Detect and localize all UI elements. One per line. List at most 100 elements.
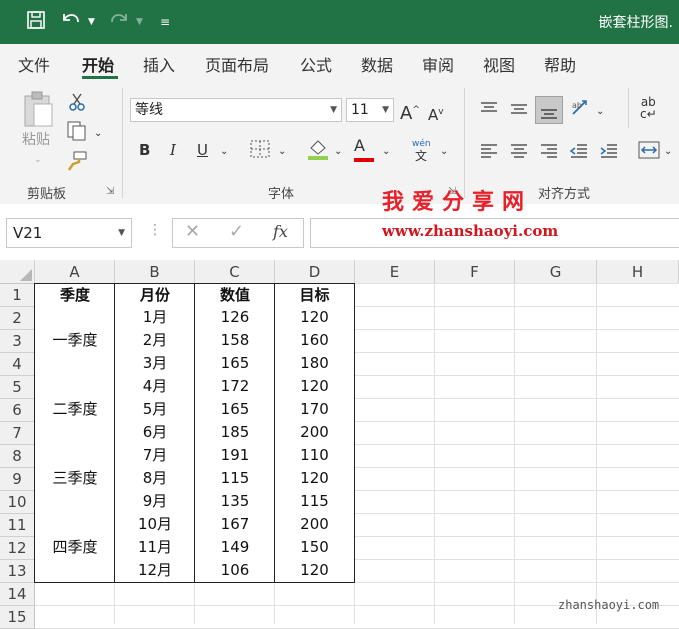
row-header[interactable]: 6 — [0, 399, 35, 422]
table-cell[interactable]: 8月 — [114, 467, 195, 491]
paste-icon[interactable] — [22, 90, 54, 135]
undo-dropdown-icon[interactable]: ▼ — [88, 10, 95, 34]
table-cell[interactable]: 115 — [274, 490, 355, 514]
table-cell[interactable]: 160 — [274, 329, 355, 353]
table-cell[interactable]: 172 — [194, 375, 275, 399]
row-header[interactable]: 13 — [0, 560, 35, 583]
table-cell[interactable]: 6月 — [114, 421, 195, 445]
row-header[interactable]: 12 — [0, 537, 35, 560]
redo-dropdown-icon[interactable]: ▼ — [136, 10, 143, 34]
table-cell[interactable]: 170 — [274, 398, 355, 422]
quarter-cell[interactable]: 一季度 — [34, 306, 115, 376]
table-cell[interactable]: 12月 — [114, 559, 195, 583]
paste-dropdown-icon[interactable]: ⌄ — [34, 150, 42, 170]
table-cell[interactable]: 158 — [194, 329, 275, 353]
column-header[interactable]: A — [35, 260, 115, 284]
tab-view[interactable]: 视图 — [483, 52, 515, 76]
quarter-cell[interactable]: 四季度 — [34, 513, 115, 583]
phonetic-dropdown-icon[interactable]: ⌄ — [440, 142, 448, 162]
font-size-select[interactable]: 11 ▼ — [346, 98, 394, 122]
table-cell[interactable]: 2月 — [114, 329, 195, 353]
table-cell[interactable]: 120 — [274, 467, 355, 491]
quarter-cell[interactable]: 三季度 — [34, 444, 115, 514]
decrease-font-size-icon[interactable]: Av — [428, 102, 444, 125]
column-header[interactable]: E — [355, 260, 435, 284]
quarter-cell[interactable]: 二季度 — [34, 375, 115, 445]
table-cell[interactable]: 115 — [194, 467, 275, 491]
table-cell[interactable]: 165 — [194, 352, 275, 376]
table-cell[interactable]: 126 — [194, 306, 275, 330]
row-header[interactable]: 2 — [0, 307, 35, 330]
borders-icon[interactable] — [250, 140, 270, 163]
table-cell[interactable]: 9月 — [114, 490, 195, 514]
table-cell[interactable]: 7月 — [114, 444, 195, 468]
table-cell[interactable]: 200 — [274, 513, 355, 537]
column-header[interactable]: D — [275, 260, 355, 284]
table-header-cell[interactable]: 目标 — [274, 283, 355, 307]
table-cell[interactable]: 135 — [194, 490, 275, 514]
customize-toolbar-icon[interactable]: ≡ — [160, 10, 170, 34]
table-cell[interactable]: 185 — [194, 421, 275, 445]
row-header[interactable]: 1 — [0, 284, 35, 307]
row-header[interactable]: 9 — [0, 468, 35, 491]
tab-formulas[interactable]: 公式 — [300, 52, 332, 76]
tab-home[interactable]: 开始 — [82, 52, 114, 76]
table-cell[interactable]: 10月 — [114, 513, 195, 537]
tab-file[interactable]: 文件 — [18, 52, 50, 76]
table-cell[interactable]: 4月 — [114, 375, 195, 399]
phonetic-guide-icon[interactable]: 文 — [415, 146, 427, 166]
align-bottom-icon[interactable] — [535, 96, 563, 124]
orientation-icon[interactable]: ab — [570, 98, 592, 123]
table-cell[interactable]: 11月 — [114, 536, 195, 560]
table-cell[interactable]: 149 — [194, 536, 275, 560]
tab-review[interactable]: 审阅 — [422, 52, 454, 76]
orientation-dropdown-icon[interactable]: ⌄ — [596, 102, 604, 122]
cut-icon[interactable] — [68, 92, 86, 117]
column-header[interactable]: C — [195, 260, 275, 284]
column-header[interactable]: H — [597, 260, 679, 284]
drag-handle-icon[interactable]: ⋮ — [148, 222, 162, 238]
table-cell[interactable]: 1月 — [114, 306, 195, 330]
align-center-icon[interactable] — [509, 142, 529, 165]
font-color-dropdown-icon[interactable]: ⌄ — [382, 142, 390, 162]
decrease-indent-icon[interactable] — [569, 142, 589, 165]
font-name-select[interactable]: 等线 ▼ — [130, 98, 342, 122]
tab-page-layout[interactable]: 页面布局 — [205, 52, 269, 76]
table-cell[interactable]: 165 — [194, 398, 275, 422]
merge-center-icon[interactable] — [638, 140, 660, 165]
format-painter-icon[interactable] — [66, 150, 88, 177]
redo-icon[interactable] — [108, 10, 130, 34]
table-cell[interactable]: 120 — [274, 559, 355, 583]
column-header[interactable]: B — [115, 260, 195, 284]
name-box[interactable]: V21 ▼ — [6, 218, 132, 248]
undo-icon[interactable] — [60, 10, 82, 34]
row-header[interactable]: 8 — [0, 445, 35, 468]
table-cell[interactable]: 3月 — [114, 352, 195, 376]
table-cell[interactable]: 106 — [194, 559, 275, 583]
table-cell[interactable]: 110 — [274, 444, 355, 468]
underline-button[interactable]: U — [197, 140, 208, 160]
table-cell[interactable]: 200 — [274, 421, 355, 445]
fill-color-icon[interactable] — [306, 138, 330, 165]
tab-data[interactable]: 数据 — [361, 52, 393, 76]
table-header-cell[interactable]: 月份 — [114, 283, 195, 307]
underline-dropdown-icon[interactable]: ⌄ — [220, 142, 228, 162]
row-header[interactable]: 7 — [0, 422, 35, 445]
tab-insert[interactable]: 插入 — [143, 52, 175, 76]
table-header-cell[interactable]: 数值 — [194, 283, 275, 307]
table-cell[interactable]: 180 — [274, 352, 355, 376]
borders-dropdown-icon[interactable]: ⌄ — [278, 142, 286, 162]
increase-indent-icon[interactable] — [599, 142, 619, 165]
row-header[interactable]: 5 — [0, 376, 35, 399]
row-header[interactable]: 4 — [0, 353, 35, 376]
table-cell[interactable]: 191 — [194, 444, 275, 468]
insert-function-button[interactable]: fx — [273, 222, 288, 241]
align-middle-icon[interactable] — [509, 100, 529, 123]
column-header[interactable]: G — [515, 260, 597, 284]
table-header-cell[interactable]: 季度 — [34, 283, 115, 307]
save-icon[interactable] — [26, 10, 46, 34]
copy-icon[interactable] — [66, 120, 88, 147]
paste-button[interactable]: 粘贴 — [22, 130, 50, 150]
row-header[interactable]: 15 — [0, 606, 35, 629]
row-header[interactable]: 11 — [0, 514, 35, 537]
